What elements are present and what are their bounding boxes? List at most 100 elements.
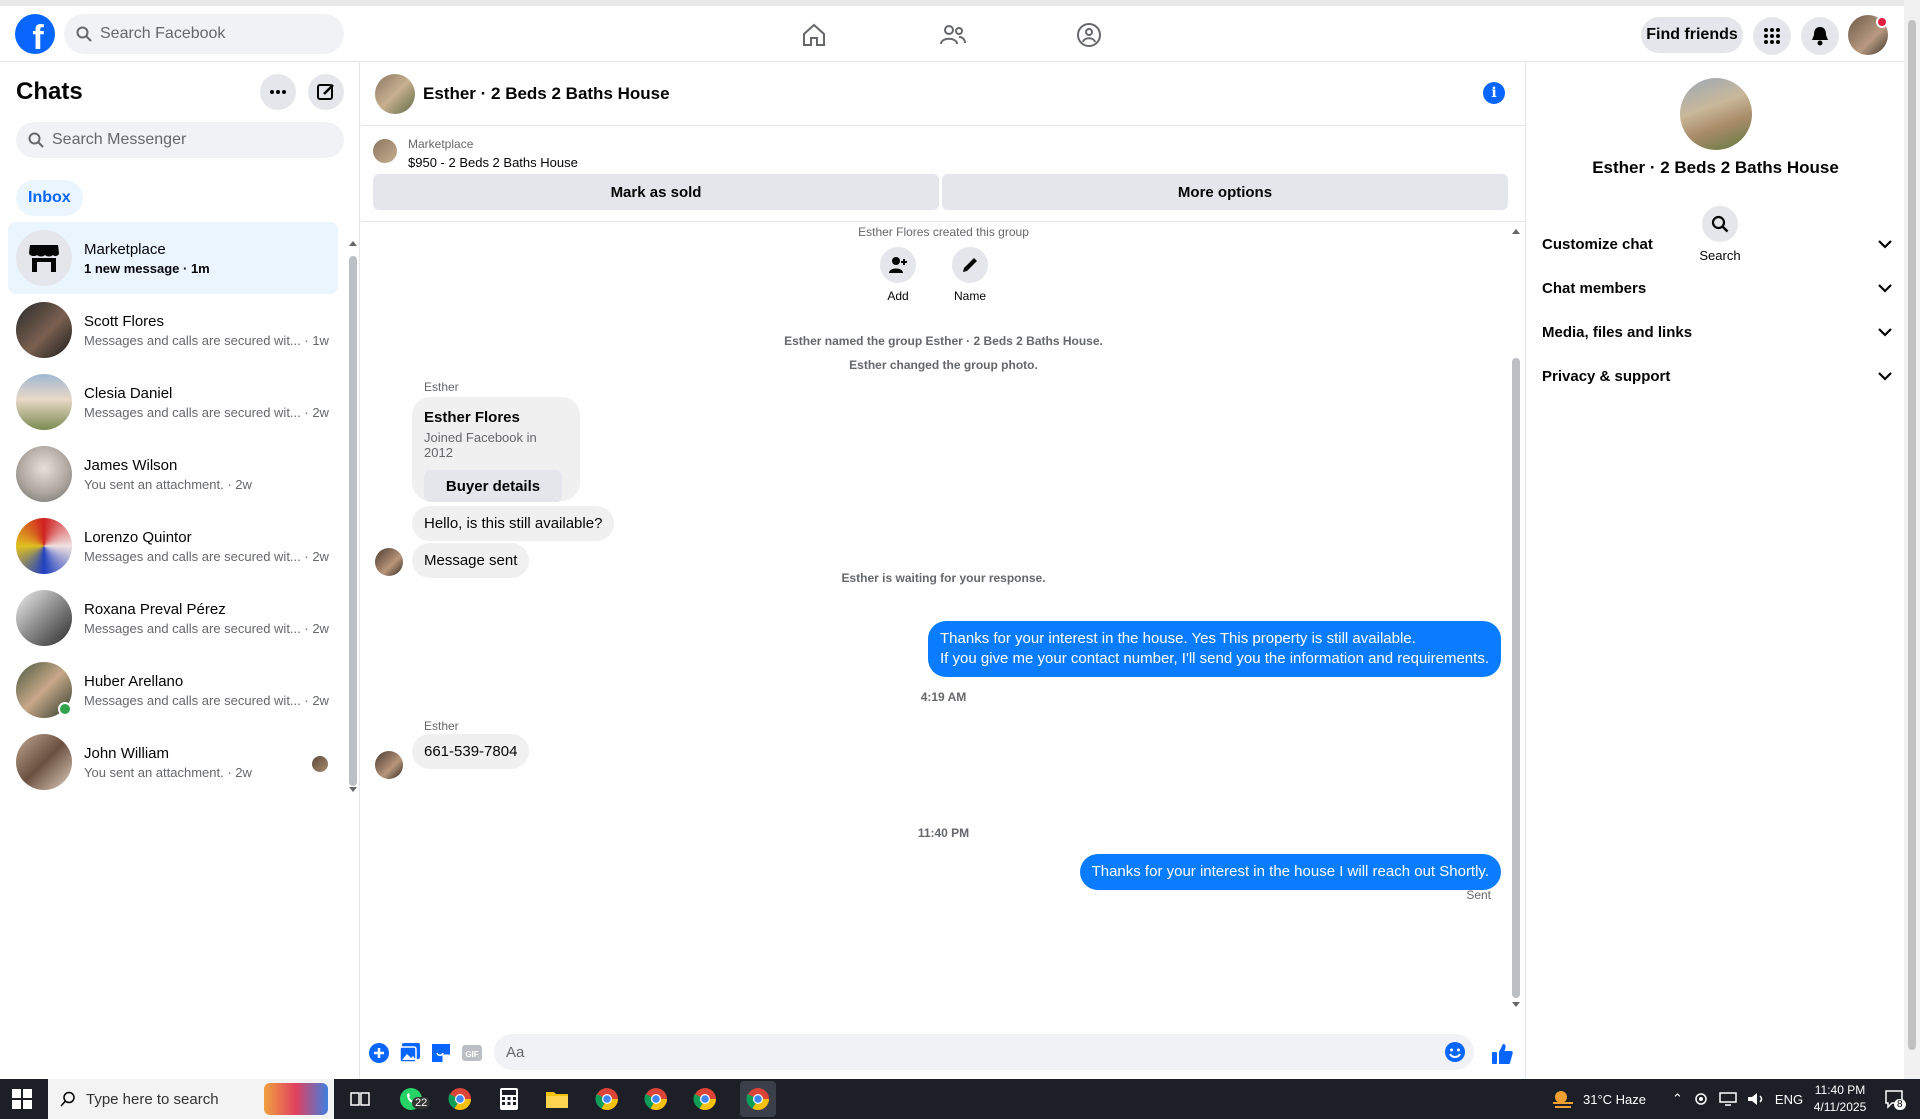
conversation-avatar[interactable]	[375, 74, 415, 114]
message-thread: Esther Flores created this group Add Nam…	[361, 223, 1526, 1015]
svg-text:GIF: GIF	[465, 1050, 478, 1059]
search-icon	[76, 26, 92, 42]
chat-item-lorenzo-quintor[interactable]: Lorenzo Quintor Messages and calls are s…	[8, 510, 338, 582]
notifications-bell-icon[interactable]	[1801, 17, 1839, 55]
rename-group-action[interactable]: Name	[940, 247, 1000, 303]
chat-name: James Wilson	[84, 456, 178, 474]
plus-circle-icon[interactable]	[368, 1042, 390, 1064]
groups-icon[interactable]	[1074, 20, 1104, 50]
conversation-title[interactable]: Esther · 2 Beds 2 Baths House	[423, 84, 670, 104]
chat-item-john-william[interactable]: John William You sent an attachment. · 2…	[8, 726, 338, 798]
chat-item-clesia-daniel[interactable]: Clesia Daniel Messages and calls are sec…	[8, 366, 338, 438]
taskbar-clock[interactable]: 11:40 PM 4/11/2025	[1800, 1082, 1880, 1116]
listing-title[interactable]: $950 - 2 Beds 2 Baths House	[408, 155, 578, 170]
sent-status: Sent	[1466, 888, 1491, 902]
group-named-notice: Esther named the group Esther · 2 Beds 2…	[784, 334, 1103, 348]
thumbs-up-icon[interactable]	[1490, 1042, 1514, 1066]
incoming-message[interactable]: Hello, is this still available?	[412, 506, 615, 541]
media-files-links-section[interactable]: Media, files and links	[1542, 312, 1892, 352]
system-tray: ⌃ ENG	[1672, 1079, 1803, 1119]
message-input[interactable]	[506, 1043, 1406, 1061]
chat-preview: Messages and calls are secured wit... · …	[84, 692, 329, 708]
task-view-icon[interactable]	[346, 1085, 374, 1113]
scroll-down-arrow-icon[interactable]	[1511, 1002, 1521, 1008]
conversation-panel: Esther · 2 Beds 2 Baths House i Marketpl…	[361, 62, 1526, 1079]
find-friends-button[interactable]: Find friends	[1641, 17, 1743, 53]
facebook-logo-icon[interactable]: f	[15, 14, 55, 54]
chat-members-section[interactable]: Chat members	[1542, 268, 1892, 308]
chevron-up-icon[interactable]: ⌃	[1672, 1091, 1683, 1107]
emoji-icon[interactable]	[1444, 1041, 1466, 1063]
network-icon[interactable]	[1719, 1092, 1737, 1106]
calculator-icon[interactable]	[495, 1085, 523, 1113]
listing-thumbnail[interactable]	[373, 139, 397, 163]
info-icon[interactable]: i	[1483, 82, 1505, 104]
incoming-message[interactable]: 661-539-7804	[412, 734, 530, 769]
thread-scrollbar[interactable]	[1511, 228, 1521, 1008]
notification-center-icon[interactable]: 8	[1884, 1079, 1906, 1119]
chat-list-scrollbar[interactable]	[349, 240, 357, 793]
volume-icon[interactable]	[1747, 1092, 1765, 1106]
notification-count: 8	[1894, 1099, 1906, 1110]
chat-item-marketplace[interactable]: Marketplace 1 new message · 1m	[8, 222, 338, 294]
windows-start-icon[interactable]	[12, 1089, 32, 1109]
thread-scrollbar-thumb[interactable]	[1512, 358, 1520, 998]
chrome-active-window-icon[interactable]	[740, 1081, 776, 1117]
timestamp: 11:40 PM	[917, 826, 970, 840]
new-message-button[interactable]	[308, 74, 344, 110]
chat-item-huber-arellano[interactable]: Huber Arellano Messages and calls are se…	[8, 654, 338, 726]
page-scrollbar[interactable]	[1904, 0, 1920, 1079]
mark-as-sold-button[interactable]: Mark as sold	[373, 174, 939, 210]
buyer-details-button[interactable]: Buyer details	[424, 470, 562, 502]
chats-sidebar: Chats Inbox Marketplace 1 new message · …	[0, 62, 360, 1079]
chat-list-scrollbar-thumb[interactable]	[349, 256, 357, 786]
menu-grid-icon[interactable]	[1753, 17, 1791, 55]
esther-avatar[interactable]	[375, 751, 403, 779]
page-scrollbar-thumb[interactable]	[1908, 20, 1916, 1050]
camera-icon[interactable]	[1693, 1092, 1709, 1106]
home-icon[interactable]	[799, 20, 829, 50]
group-photo[interactable]	[1680, 78, 1752, 150]
outgoing-message[interactable]: Thanks for your interest in the house I …	[1079, 854, 1501, 890]
language-indicator[interactable]: ENG	[1775, 1092, 1803, 1107]
taskbar-search-field[interactable]	[48, 1079, 334, 1119]
more-options-button[interactable]: More options	[942, 174, 1508, 210]
chat-name: Scott Flores	[84, 312, 165, 330]
chat-item-scott-flores[interactable]: Scott Flores Messages and calls are secu…	[8, 294, 338, 366]
chat-name: Lorenzo Quintor	[84, 528, 192, 546]
sticker-icon[interactable]	[430, 1042, 452, 1064]
marketplace-store-icon	[16, 230, 72, 286]
message-input-field[interactable]	[494, 1034, 1474, 1070]
search-messenger-field[interactable]	[16, 122, 344, 158]
chat-item-james-wilson[interactable]: James Wilson You sent an attachment. · 2…	[8, 438, 338, 510]
chat-options-button[interactable]	[260, 74, 296, 110]
timestamp: 4:19 AM	[920, 690, 967, 704]
privacy-support-section[interactable]: Privacy & support	[1542, 356, 1892, 396]
scroll-up-arrow-icon[interactable]	[1511, 228, 1521, 234]
windows-taskbar: 22 31°C Haze ⌃ ENG 11:40 PM 4/11/2025 8	[0, 1079, 1920, 1119]
chrome-profile-icon[interactable]	[691, 1085, 719, 1113]
chrome-profile-icon[interactable]	[593, 1085, 621, 1113]
inbox-filter-tab[interactable]: Inbox	[16, 180, 83, 216]
scroll-up-arrow-icon[interactable]	[349, 240, 357, 246]
chevron-down-icon	[1878, 371, 1892, 381]
buyer-profile-card: Esther Flores Joined Facebook in 2012 Bu…	[412, 397, 580, 502]
add-member-action[interactable]: Add	[868, 247, 928, 303]
scroll-down-arrow-icon[interactable]	[349, 787, 357, 793]
chat-item-roxana-preval-perez[interactable]: Roxana Preval Pérez Messages and calls a…	[8, 582, 338, 654]
weather-widget[interactable]: 31°C Haze	[1551, 1079, 1646, 1119]
search-messenger-input[interactable]	[52, 131, 312, 149]
chrome-profile-icon[interactable]	[642, 1085, 670, 1113]
friends-icon[interactable]	[938, 20, 968, 50]
weather-haze-icon	[1553, 1091, 1573, 1108]
photo-icon[interactable]	[399, 1042, 421, 1064]
taskbar-search-input[interactable]	[86, 1090, 276, 1108]
chrome-icon[interactable]	[446, 1085, 474, 1113]
search-facebook-field[interactable]: Search Facebook	[64, 14, 344, 54]
customize-chat-section[interactable]: Customize chat	[1542, 224, 1892, 264]
outgoing-message[interactable]: Thanks for your interest in the house. Y…	[928, 621, 1501, 677]
more-dots-icon	[270, 90, 286, 94]
gif-icon[interactable]: GIF	[461, 1042, 483, 1064]
add-person-icon	[880, 247, 916, 283]
file-explorer-icon[interactable]	[543, 1085, 571, 1113]
